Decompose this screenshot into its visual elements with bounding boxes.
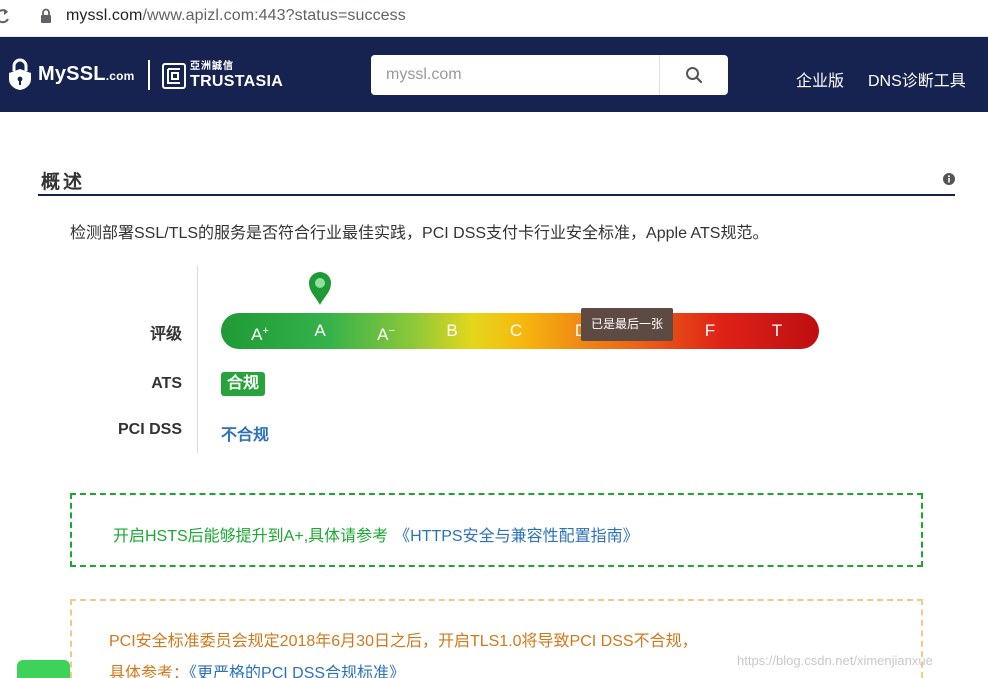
- pci-standard-link[interactable]: 《更严格的PCI DSS合规标准》: [189, 665, 405, 678]
- address-url[interactable]: myssl.com/www.apizl.com:443?status=succe…: [66, 7, 406, 25]
- trustasia-logo[interactable]: 亞洲誠信 TRUSTASIA: [162, 59, 283, 93]
- rating-divider: [197, 266, 198, 453]
- grade-f: F: [704, 321, 716, 340]
- myssl-brand: MySSL.com: [38, 62, 135, 85]
- reload-icon[interactable]: [0, 7, 10, 25]
- grade-a-plus: A+: [251, 325, 269, 344]
- trustasia-en: TRUSTASIA: [190, 73, 284, 90]
- hsts-notice: 开启HSTS后能够提升到A+,具体请参考 《HTTPS安全与兼容性配置指南》: [70, 493, 923, 567]
- pci-dss-status[interactable]: 不合规: [221, 421, 269, 445]
- watermark: https://blog.csdn.net/ximenjianxue: [737, 653, 933, 668]
- browser-address-bar: myssl.com/www.apizl.com:443?status=succe…: [0, 0, 988, 37]
- overview-description: 检测部署SSL/TLS的服务是否符合行业最佳实践，PCI DSS支付卡行业安全标…: [70, 225, 769, 242]
- grade-a: A: [314, 321, 326, 340]
- logo-divider: [148, 60, 150, 90]
- grade-c: C: [509, 321, 523, 340]
- map-pin-icon: [309, 272, 331, 305]
- ats-label: ATS: [151, 375, 182, 392]
- hsts-guide-link[interactable]: 《HTTPS安全与兼容性配置指南》: [394, 528, 638, 545]
- pci-notice-text: PCI安全标准委员会规定2018年6月30日之后，开启TLS1.0将导致PCI …: [109, 633, 698, 650]
- shield-lock-icon: [9, 58, 31, 90]
- url-host: myssl.com: [66, 7, 143, 24]
- pci-notice-reference: 具体参考：《更严格的PCI DSS合规标准》: [109, 659, 405, 678]
- myssl-logo[interactable]: MySSL.com: [7, 54, 135, 94]
- grade-a-minus: A−: [377, 325, 395, 344]
- grade-scale: A+ A A− B C D E F T: [221, 313, 819, 349]
- url-path: /www.apizl.com:443?status=success: [142, 7, 406, 24]
- site-header: MySSL.com 亞洲誠信 TRUSTASIA 企业版 DNS诊断工具: [0, 37, 988, 112]
- grade-label: 评级: [149, 326, 182, 343]
- search-input[interactable]: [371, 55, 659, 95]
- floating-button[interactable]: [17, 660, 70, 678]
- section-divider: [38, 194, 955, 196]
- section-title: 概述: [41, 172, 86, 193]
- search-icon: [686, 67, 703, 84]
- trustasia-cn: 亞洲誠信: [190, 61, 234, 72]
- grade-b: B: [446, 321, 458, 340]
- tooltip: 已是最后一张: [581, 308, 673, 341]
- trustasia-icon: [162, 63, 186, 89]
- info-icon[interactable]: [943, 173, 955, 185]
- pci-dss-label: PCI DSS: [117, 421, 182, 438]
- search-box: [371, 55, 728, 95]
- grade-t: T: [771, 321, 783, 340]
- lock-icon[interactable]: [40, 8, 52, 24]
- nav-enterprise[interactable]: 企业版: [796, 67, 844, 91]
- search-button[interactable]: [659, 55, 728, 95]
- ats-status-badge: 合规: [221, 372, 266, 396]
- hsts-notice-text: 开启HSTS后能够提升到A+,具体请参考 《HTTPS安全与兼容性配置指南》: [113, 528, 639, 545]
- nav-dns-tool[interactable]: DNS诊断工具: [868, 67, 966, 91]
